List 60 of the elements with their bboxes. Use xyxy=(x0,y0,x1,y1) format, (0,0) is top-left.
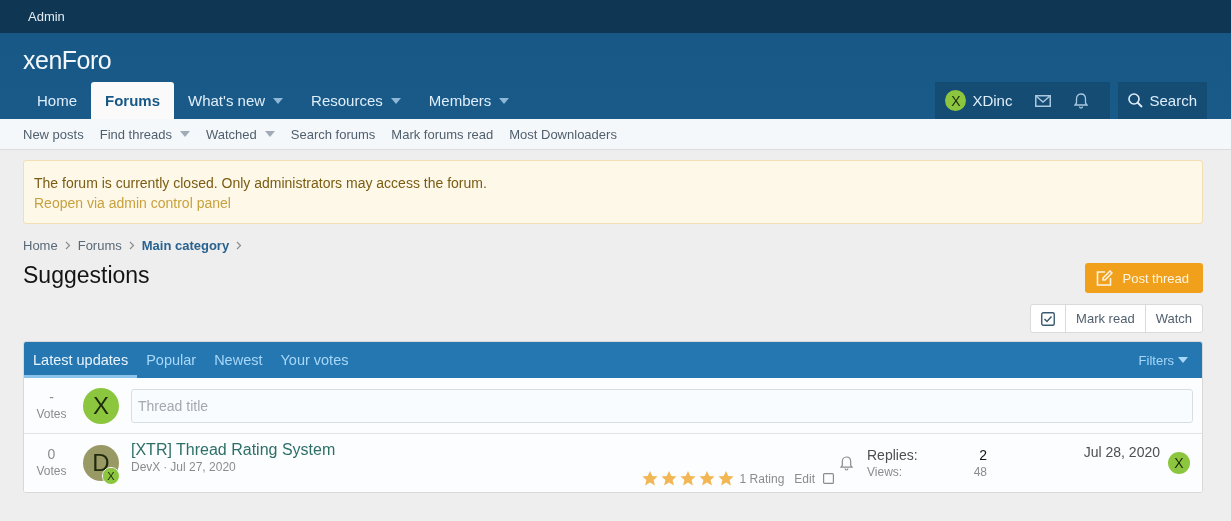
nav-tab[interactable]: What's new xyxy=(174,82,298,119)
last-post-date[interactable]: Jul 28, 2020 xyxy=(1083,444,1160,460)
thread-title-field[interactable]: Thread title xyxy=(131,388,1193,423)
admin-link[interactable]: Admin xyxy=(28,9,65,24)
nav-tab[interactable]: Members xyxy=(414,82,524,119)
edit-link[interactable]: Edit xyxy=(794,471,815,486)
views-count: 48 xyxy=(973,465,987,479)
chevron-icon xyxy=(64,241,71,250)
votes-label: Votes xyxy=(35,405,68,423)
subnav-link[interactable]: New posts xyxy=(23,126,84,142)
replies-label: Replies: xyxy=(867,447,919,463)
page-title: Suggestions xyxy=(23,262,150,289)
filter-tab[interactable]: Newest xyxy=(205,342,272,378)
bell-icon[interactable] xyxy=(1074,92,1089,109)
star-icon xyxy=(679,470,696,486)
action-button[interactable]: Mark read xyxy=(1065,305,1145,332)
nav-tab[interactable]: Forums xyxy=(91,82,175,119)
subnav-link[interactable]: Mark forums read xyxy=(391,126,494,142)
rating-count: 1 Rating xyxy=(739,471,785,486)
subnav-link[interactable]: Find threads xyxy=(99,126,190,142)
star-icon xyxy=(641,470,658,486)
vote-count: 0 xyxy=(46,446,57,463)
search-icon xyxy=(1128,93,1144,108)
star-icon xyxy=(717,470,734,486)
checkbox-icon xyxy=(1041,311,1056,326)
chevron-icon xyxy=(128,241,135,250)
thread-title-link[interactable]: [XTR] Thread Rating System xyxy=(131,440,336,459)
search-button[interactable]: Search xyxy=(1118,82,1207,119)
vote-count: - xyxy=(48,388,55,406)
breadcrumb-link[interactable]: Main category xyxy=(141,238,230,253)
thread-date: Jul 27, 2020 xyxy=(170,459,236,474)
avatar-circle[interactable]: X xyxy=(1168,452,1190,474)
separator-dot: · xyxy=(163,459,168,474)
chevron-icon xyxy=(236,241,243,250)
replies-count: 2 xyxy=(978,447,987,463)
bell-icon[interactable] xyxy=(840,455,853,471)
subnav-link[interactable]: Watched xyxy=(205,126,275,142)
filter-tab[interactable]: Your votes xyxy=(271,342,358,378)
envelope-icon[interactable] xyxy=(1035,94,1052,107)
breadcrumb-link[interactable]: Home xyxy=(23,238,58,253)
author-link[interactable]: DevX xyxy=(131,459,161,474)
avatar-circle[interactable]: X xyxy=(83,387,119,424)
site-logo[interactable]: xenForo xyxy=(23,45,112,75)
subnav-link[interactable]: Search forums xyxy=(290,126,376,142)
filters-menu[interactable]: Filters xyxy=(1138,342,1188,378)
edit-icon xyxy=(1095,270,1113,286)
caret-icon xyxy=(1178,357,1188,363)
star-rating[interactable] xyxy=(641,470,734,486)
nav-tab[interactable]: Home xyxy=(23,82,91,119)
action-button[interactable]: Watch xyxy=(1144,305,1202,332)
breadcrumb-link[interactable]: Forums xyxy=(77,238,122,253)
votes-label: Votes xyxy=(35,463,68,480)
avatar-circle: X xyxy=(945,90,967,111)
checkbox[interactable] xyxy=(823,472,834,484)
views-label: Views: xyxy=(867,465,904,479)
star-icon xyxy=(660,470,677,486)
star-icon xyxy=(698,470,715,486)
nav-tab[interactable]: Resources xyxy=(297,82,415,119)
notice-message: The forum is currently closed. Only administrators may access the forum. xyxy=(34,174,488,193)
subnav-link[interactable]: Most Downloaders xyxy=(509,126,617,142)
